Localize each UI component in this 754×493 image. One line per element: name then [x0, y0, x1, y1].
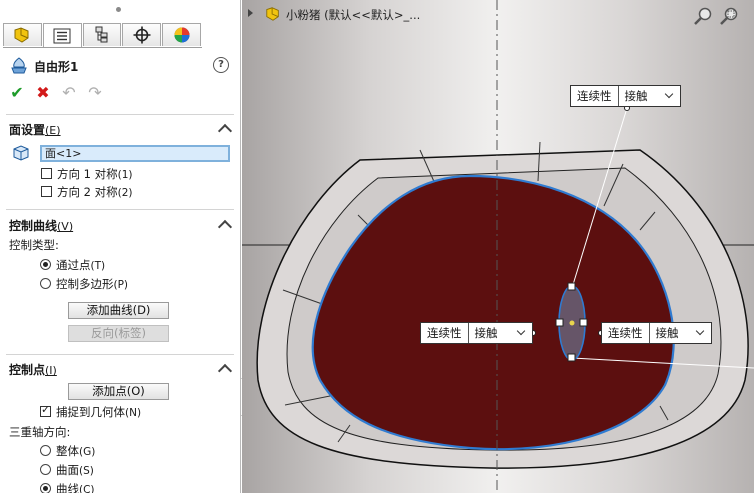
- property-manager-panel: 自由形1 ? ✔ ✖ ↶ ↷ 面设置(E) 面<1> 方向 1 对称(1) 方向…: [0, 0, 241, 493]
- feature-title: 自由形1: [34, 60, 79, 74]
- direction1-symmetry-checkbox[interactable]: [41, 168, 52, 179]
- expand-arrow-icon[interactable]: [248, 9, 253, 17]
- face-settings-header[interactable]: 面设置(E): [9, 121, 61, 138]
- control-point-right: [579, 318, 588, 327]
- control-point-top: [567, 282, 576, 291]
- face-icon: [13, 145, 29, 161]
- reverse-tag-button[interactable]: 反向(标签): [68, 325, 169, 342]
- redo-icon[interactable]: ↷: [86, 84, 104, 102]
- snap-to-geometry-checkbox[interactable]: [40, 403, 51, 417]
- triad-orientation-label: 三重轴方向:: [9, 425, 71, 439]
- ok-button[interactable]: ✔: [8, 84, 26, 102]
- control-polygon-label: 控制多边形(P): [56, 277, 129, 291]
- divider: [6, 114, 234, 115]
- divider: [6, 209, 234, 210]
- snap-to-geometry-label: 捕捉到几何体(N): [56, 405, 142, 419]
- tab-feature-manager[interactable]: [3, 23, 42, 46]
- surface-radio[interactable]: [40, 464, 51, 475]
- continuity-label: 连续性: [571, 86, 619, 106]
- configuration-manager-icon: [95, 26, 108, 43]
- panel-grip[interactable]: [116, 7, 121, 12]
- zoom-to-fit-icon[interactable]: [693, 6, 713, 26]
- model-graphics[interactable]: [242, 0, 754, 493]
- divider: [6, 354, 234, 355]
- add-point-button[interactable]: 添加点(O): [68, 383, 169, 400]
- control-curves-header[interactable]: 控制曲线(V): [9, 217, 73, 234]
- control-polygon-radio[interactable]: [40, 278, 51, 289]
- part-icon: [266, 7, 279, 21]
- control-point-bottom: [567, 353, 576, 362]
- continuity-label: 连续性: [602, 323, 650, 343]
- continuity-popup-top[interactable]: 连续性 接触: [570, 85, 681, 107]
- graphics-viewport[interactable]: [242, 0, 754, 493]
- collapse-control-points-icon[interactable]: [217, 363, 233, 379]
- feature-manager-icon: [14, 27, 29, 43]
- property-manager-icon: [53, 28, 71, 43]
- undo-icon[interactable]: ↶: [60, 84, 78, 102]
- direction2-symmetry-checkbox[interactable]: [41, 186, 52, 197]
- collapse-face-settings-icon[interactable]: [217, 123, 233, 139]
- curve-radio[interactable]: [40, 483, 51, 493]
- global-label: 整体(G): [56, 444, 96, 458]
- control-point-left: [555, 318, 564, 327]
- display-manager-icon: [174, 27, 190, 43]
- continuity-label: 连续性: [421, 323, 469, 343]
- tab-configuration-manager[interactable]: [82, 23, 122, 46]
- direction2-symmetry-label: 方向 2 对称(2): [57, 185, 133, 199]
- help-icon[interactable]: ?: [213, 57, 229, 73]
- curve-label: 曲线(C): [56, 482, 95, 493]
- feature-title-row: 自由形1 ?: [8, 56, 233, 76]
- part-name: 小粉猪 (默认<<默认>_...: [286, 8, 421, 22]
- tab-dimxpert-manager[interactable]: [122, 23, 162, 46]
- tab-display-manager[interactable]: [162, 23, 201, 46]
- surface-label: 曲面(S): [56, 463, 94, 477]
- zoom-to-area-icon[interactable]: [718, 6, 740, 26]
- through-points-radio[interactable]: [40, 259, 51, 270]
- through-points-label: 通过点(T): [56, 258, 106, 272]
- collapse-control-curves-icon[interactable]: [217, 219, 233, 235]
- direction1-symmetry-label: 方向 1 对称(1): [57, 167, 133, 181]
- crosshair-icon: [133, 26, 151, 44]
- control-type-label: 控制类型:: [9, 238, 59, 252]
- freeform-feature-icon: [11, 57, 27, 74]
- continuity-popup-left[interactable]: 连续性 接触: [420, 322, 533, 344]
- add-curve-button[interactable]: 添加曲线(D): [68, 302, 169, 319]
- continuity-popup-right[interactable]: 连续性 接触: [601, 322, 712, 344]
- cancel-button[interactable]: ✖: [34, 84, 52, 102]
- control-curve-center: [569, 320, 575, 326]
- global-radio[interactable]: [40, 445, 51, 456]
- control-points-header[interactable]: 控制点(I): [9, 361, 57, 378]
- face-selection-box[interactable]: 面<1>: [40, 145, 230, 162]
- tab-property-manager[interactable]: [42, 23, 82, 47]
- manager-tabs: [3, 23, 202, 48]
